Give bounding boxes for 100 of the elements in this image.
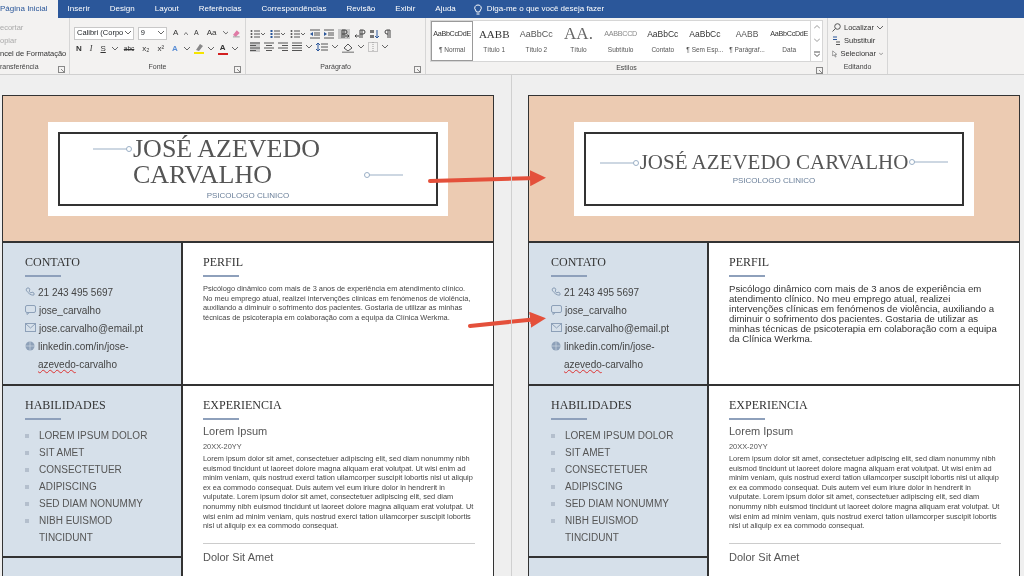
job-title: PSICOLOGO CLINICO [206,190,290,202]
skill-item: SIT AMET [565,446,611,460]
skill-item: LOREM IPSUM DOLOR [565,429,674,443]
change-case-button[interactable]: Aa [204,27,219,39]
ribbon-tab[interactable]: Exibir [385,0,426,18]
contact-detail: 21 243 495 5697 [38,286,114,300]
line-spacing-icon[interactable] [316,42,328,52]
search-icon [832,23,841,32]
ribbon-tab[interactable]: Design [99,0,145,18]
increase-indent-icon[interactable] [324,28,334,39]
caret-icon[interactable] [358,45,364,49]
numbered-list-icon[interactable] [270,28,286,39]
contact-detail: linkedin.com/in/jose- azevedo-carvalho [38,340,130,372]
cursor-icon [832,48,838,59]
underline-button[interactable]: S [98,42,108,55]
ribbon-tab[interactable]: Layout [144,0,189,18]
left-to-right-icon[interactable] [338,28,350,39]
right-to-left-icon[interactable] [354,28,366,39]
line-ornament-icon [599,158,640,167]
bullet-icon [25,468,29,472]
highlighter-icon[interactable] [193,43,204,54]
candidate-name: JOSÉ AZEVEDO CARVALHO [639,151,909,173]
bullet-icon [551,485,555,489]
globe-icon [25,341,35,351]
skill-item: NIBH EUISMOD TINCIDUNT [565,514,640,545]
font-color-button[interactable]: A [217,42,228,55]
contact-detail: linkedin.com/in/jose- azevedo-carvalho [564,340,656,372]
caret-icon [124,31,131,35]
job-heading: Lorem Ipsum [729,424,795,439]
bullet-icon [25,485,29,489]
line-ornament-icon [93,145,133,153]
bullet-icon [551,519,555,523]
italic-button[interactable]: I [87,42,95,55]
section-heading: PERFIL [729,254,770,270]
chat-icon [25,305,36,315]
tell-me-field[interactable]: Diga-me o que você deseja fazer [486,3,605,15]
caret-icon[interactable] [207,46,214,51]
skill-item: SIT AMET [39,446,85,460]
line-ornament-icon [908,157,949,166]
bullet-list-icon[interactable] [250,28,266,39]
ribbon-tab[interactable]: Ajuda [425,0,466,18]
justify-icon[interactable] [292,42,302,52]
caret-icon[interactable] [183,46,190,51]
phone-icon [551,287,561,297]
contact-detail: jose_carvalho [39,304,101,318]
envelope-icon [25,323,36,332]
caret-icon [157,31,164,35]
ribbon-tab[interactable]: Referências [188,0,252,18]
contact-detail: 21 243 495 5697 [564,286,640,300]
bullet-icon [25,434,29,438]
align-left-icon[interactable] [250,42,260,52]
dialog-launcher-icon[interactable] [234,65,241,73]
align-center-icon[interactable] [264,42,274,52]
candidate-name: JOSÉ AZEVEDO CARVALHO [133,136,322,188]
ribbon-tab[interactable]: Inserir [57,0,100,18]
job-heading: Lorem Ipsum [203,424,269,439]
ribbon-tab[interactable]: Página Inicial [0,0,58,18]
phone-icon [25,287,35,297]
globe-icon [551,341,561,351]
caret-icon[interactable] [382,45,388,49]
dialog-launcher-icon[interactable] [816,66,823,74]
section-heading: HABILIDADES [25,397,107,413]
bullet-icon [25,451,29,455]
skill-item: ADIPISCING [565,480,623,494]
bullet-icon [551,434,555,438]
multilevel-list-icon[interactable] [290,28,306,39]
lightbulb-icon[interactable] [473,3,482,15]
pilcrow-icon[interactable] [384,28,391,39]
skill-item: CONSECTETUER [39,463,122,477]
skill-item: CONSECTETUER [565,463,648,477]
job-title: PSICOLOGO CLINICO [732,174,816,187]
bullet-icon [25,519,29,523]
dialog-launcher-icon[interactable] [58,65,65,73]
bold-button[interactable]: N [74,42,84,55]
sup-button[interactable]: x² [155,42,167,55]
grow-font-button[interactable]: A [170,27,181,39]
line-ornament-icon [363,171,403,179]
contact-detail: jose.carvalho@email.pt [39,322,144,336]
sort-icon[interactable] [370,28,380,39]
shading-icon[interactable] [342,41,354,53]
skill-item: ADIPISCING [39,480,97,494]
ribbon-tab[interactable]: Revisão [336,0,386,18]
ribbon-tab[interactable]: Correspondências [251,0,337,18]
bullet-icon [25,502,29,506]
caret-icon[interactable] [111,46,118,51]
section-heading: CONTATO [25,254,81,270]
bullet-icon [551,451,555,455]
caret-icon[interactable] [332,45,338,49]
caret-icon[interactable] [231,46,238,51]
sub-button[interactable]: x₂ [140,42,152,55]
job-heading: Dolor Sit Amet [729,549,801,565]
skill-item: NIBH EUISMOD TINCIDUNT [39,514,114,545]
contact-detail: jose.carvalho@email.pt [565,322,670,336]
section-heading: HABILIDADES [551,397,633,413]
chat-icon [551,305,562,315]
caret-icon[interactable] [222,31,229,35]
dialog-launcher-icon[interactable] [414,65,421,73]
caret-icon[interactable] [306,45,312,49]
decrease-indent-icon[interactable] [310,28,320,39]
align-right-icon[interactable] [278,42,288,52]
